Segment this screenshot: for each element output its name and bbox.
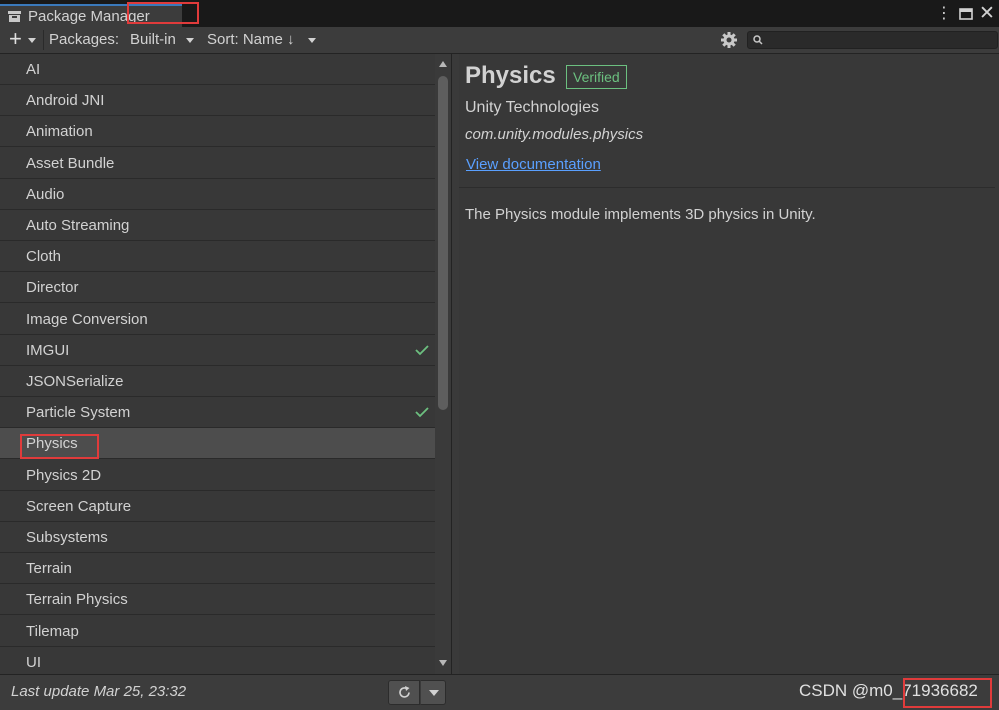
- package-name: Director: [26, 279, 79, 296]
- package-name: Asset Bundle: [26, 155, 115, 172]
- package-description: The Physics module implements 3D physics…: [465, 206, 816, 223]
- toolbar: + Packages: Built-in Sort: Name ↓: [0, 27, 999, 54]
- packages-label: Packages:: [49, 31, 120, 48]
- package-row-terrain[interactable]: Terrain: [0, 553, 435, 584]
- scroll-down-arrow-icon[interactable]: [439, 660, 447, 666]
- package-name: Particle System: [26, 404, 131, 421]
- package-name: Subsystems: [26, 529, 108, 546]
- package-row-tilemap[interactable]: Tilemap: [0, 616, 435, 647]
- package-row-android-jni[interactable]: Android JNI: [0, 85, 435, 116]
- refresh-button[interactable]: [388, 680, 420, 705]
- search-input[interactable]: [747, 31, 998, 49]
- package-author: Unity Technologies: [465, 99, 600, 116]
- package-row-cloth[interactable]: Cloth: [0, 241, 435, 272]
- package-name: Screen Capture: [26, 498, 132, 515]
- package-details: [459, 54, 999, 674]
- package-row-screen-capture[interactable]: Screen Capture: [0, 491, 435, 522]
- package-name: Auto Streaming: [26, 217, 130, 234]
- package-name: Audio: [26, 186, 65, 203]
- chevron-down-icon: [308, 38, 316, 43]
- scrollbar-thumb[interactable]: [438, 76, 448, 410]
- package-name: UI: [26, 654, 41, 671]
- add-package-button[interactable]: +: [4, 27, 40, 53]
- package-name: Physics 2D: [26, 467, 102, 484]
- package-row-auto-streaming[interactable]: Auto Streaming: [0, 210, 435, 241]
- selected-package-highlight: [20, 434, 99, 459]
- package-list: AI Android JNI Animation Asset Bundle Audio A…: [0, 54, 435, 674]
- package-row-particle-system[interactable]: Particle System: [0, 397, 435, 428]
- package-name: Animation: [26, 123, 93, 140]
- package-name: IMGUI: [26, 342, 70, 359]
- package-id: com.unity.modules.physics: [465, 126, 644, 143]
- chevron-down-icon: [186, 38, 194, 43]
- pane-splitter[interactable]: [451, 54, 459, 674]
- search-icon: [753, 35, 763, 45]
- package-row-ai[interactable]: AI: [0, 54, 435, 85]
- package-row-physics-2d[interactable]: Physics 2D: [0, 460, 435, 491]
- sort-label: Sort: Name ↓: [207, 31, 295, 48]
- package-row-director[interactable]: Director: [0, 272, 435, 303]
- package-row-image-conversion[interactable]: Image Conversion: [0, 304, 435, 335]
- verified-badge: Verified: [566, 65, 627, 89]
- package-icon: [8, 11, 21, 22]
- package-name: JSONSerialize: [26, 373, 124, 390]
- package-name: Cloth: [26, 248, 62, 265]
- last-update-text: Last update Mar 25, 23:32: [11, 683, 187, 700]
- gear-icon[interactable]: [720, 31, 738, 49]
- scroll-up-arrow-icon[interactable]: [439, 61, 447, 67]
- plus-icon: +: [9, 26, 22, 51]
- package-row-ui[interactable]: UI: [0, 647, 435, 674]
- package-name: Tilemap: [26, 623, 79, 640]
- watermark-highlight: [903, 678, 992, 708]
- view-documentation-link[interactable]: View documentation: [466, 156, 601, 173]
- package-row-animation[interactable]: Animation: [0, 116, 435, 147]
- checkmark-icon: [415, 345, 429, 356]
- chevron-down-icon: [28, 38, 36, 43]
- package-row-jsonserialize[interactable]: JSONSerialize: [0, 366, 435, 397]
- packages-filter-highlight: [127, 2, 199, 24]
- details-divider: [459, 187, 995, 188]
- package-row-imgui[interactable]: IMGUI: [0, 335, 435, 366]
- package-title: Physics: [465, 62, 556, 89]
- package-name: Image Conversion: [26, 311, 148, 328]
- chevron-down-icon: [429, 690, 439, 696]
- refresh-icon: [399, 686, 410, 698]
- package-name: Android JNI: [26, 92, 105, 109]
- package-name: Terrain: [26, 560, 72, 577]
- close-icon[interactable]: ✕: [978, 4, 996, 24]
- toolbar-divider: [43, 30, 44, 50]
- package-row-terrain-physics[interactable]: Terrain Physics: [0, 584, 435, 615]
- package-row-subsystems[interactable]: Subsystems: [0, 522, 435, 553]
- package-row-asset-bundle[interactable]: Asset Bundle: [0, 148, 435, 179]
- package-row-audio[interactable]: Audio: [0, 179, 435, 210]
- sort-dropdown[interactable]: Sort: Name ↓: [204, 27, 322, 53]
- checkmark-icon: [415, 407, 429, 418]
- kebab-menu-icon[interactable]: ⋮: [936, 5, 952, 23]
- refresh-options-dropdown[interactable]: [420, 680, 446, 705]
- packages-filter-value[interactable]: Built-in: [130, 31, 176, 48]
- maximize-icon[interactable]: [958, 5, 974, 23]
- package-name: AI: [26, 61, 41, 78]
- list-scrollbar[interactable]: [435, 54, 451, 674]
- package-name: Terrain Physics: [26, 591, 128, 608]
